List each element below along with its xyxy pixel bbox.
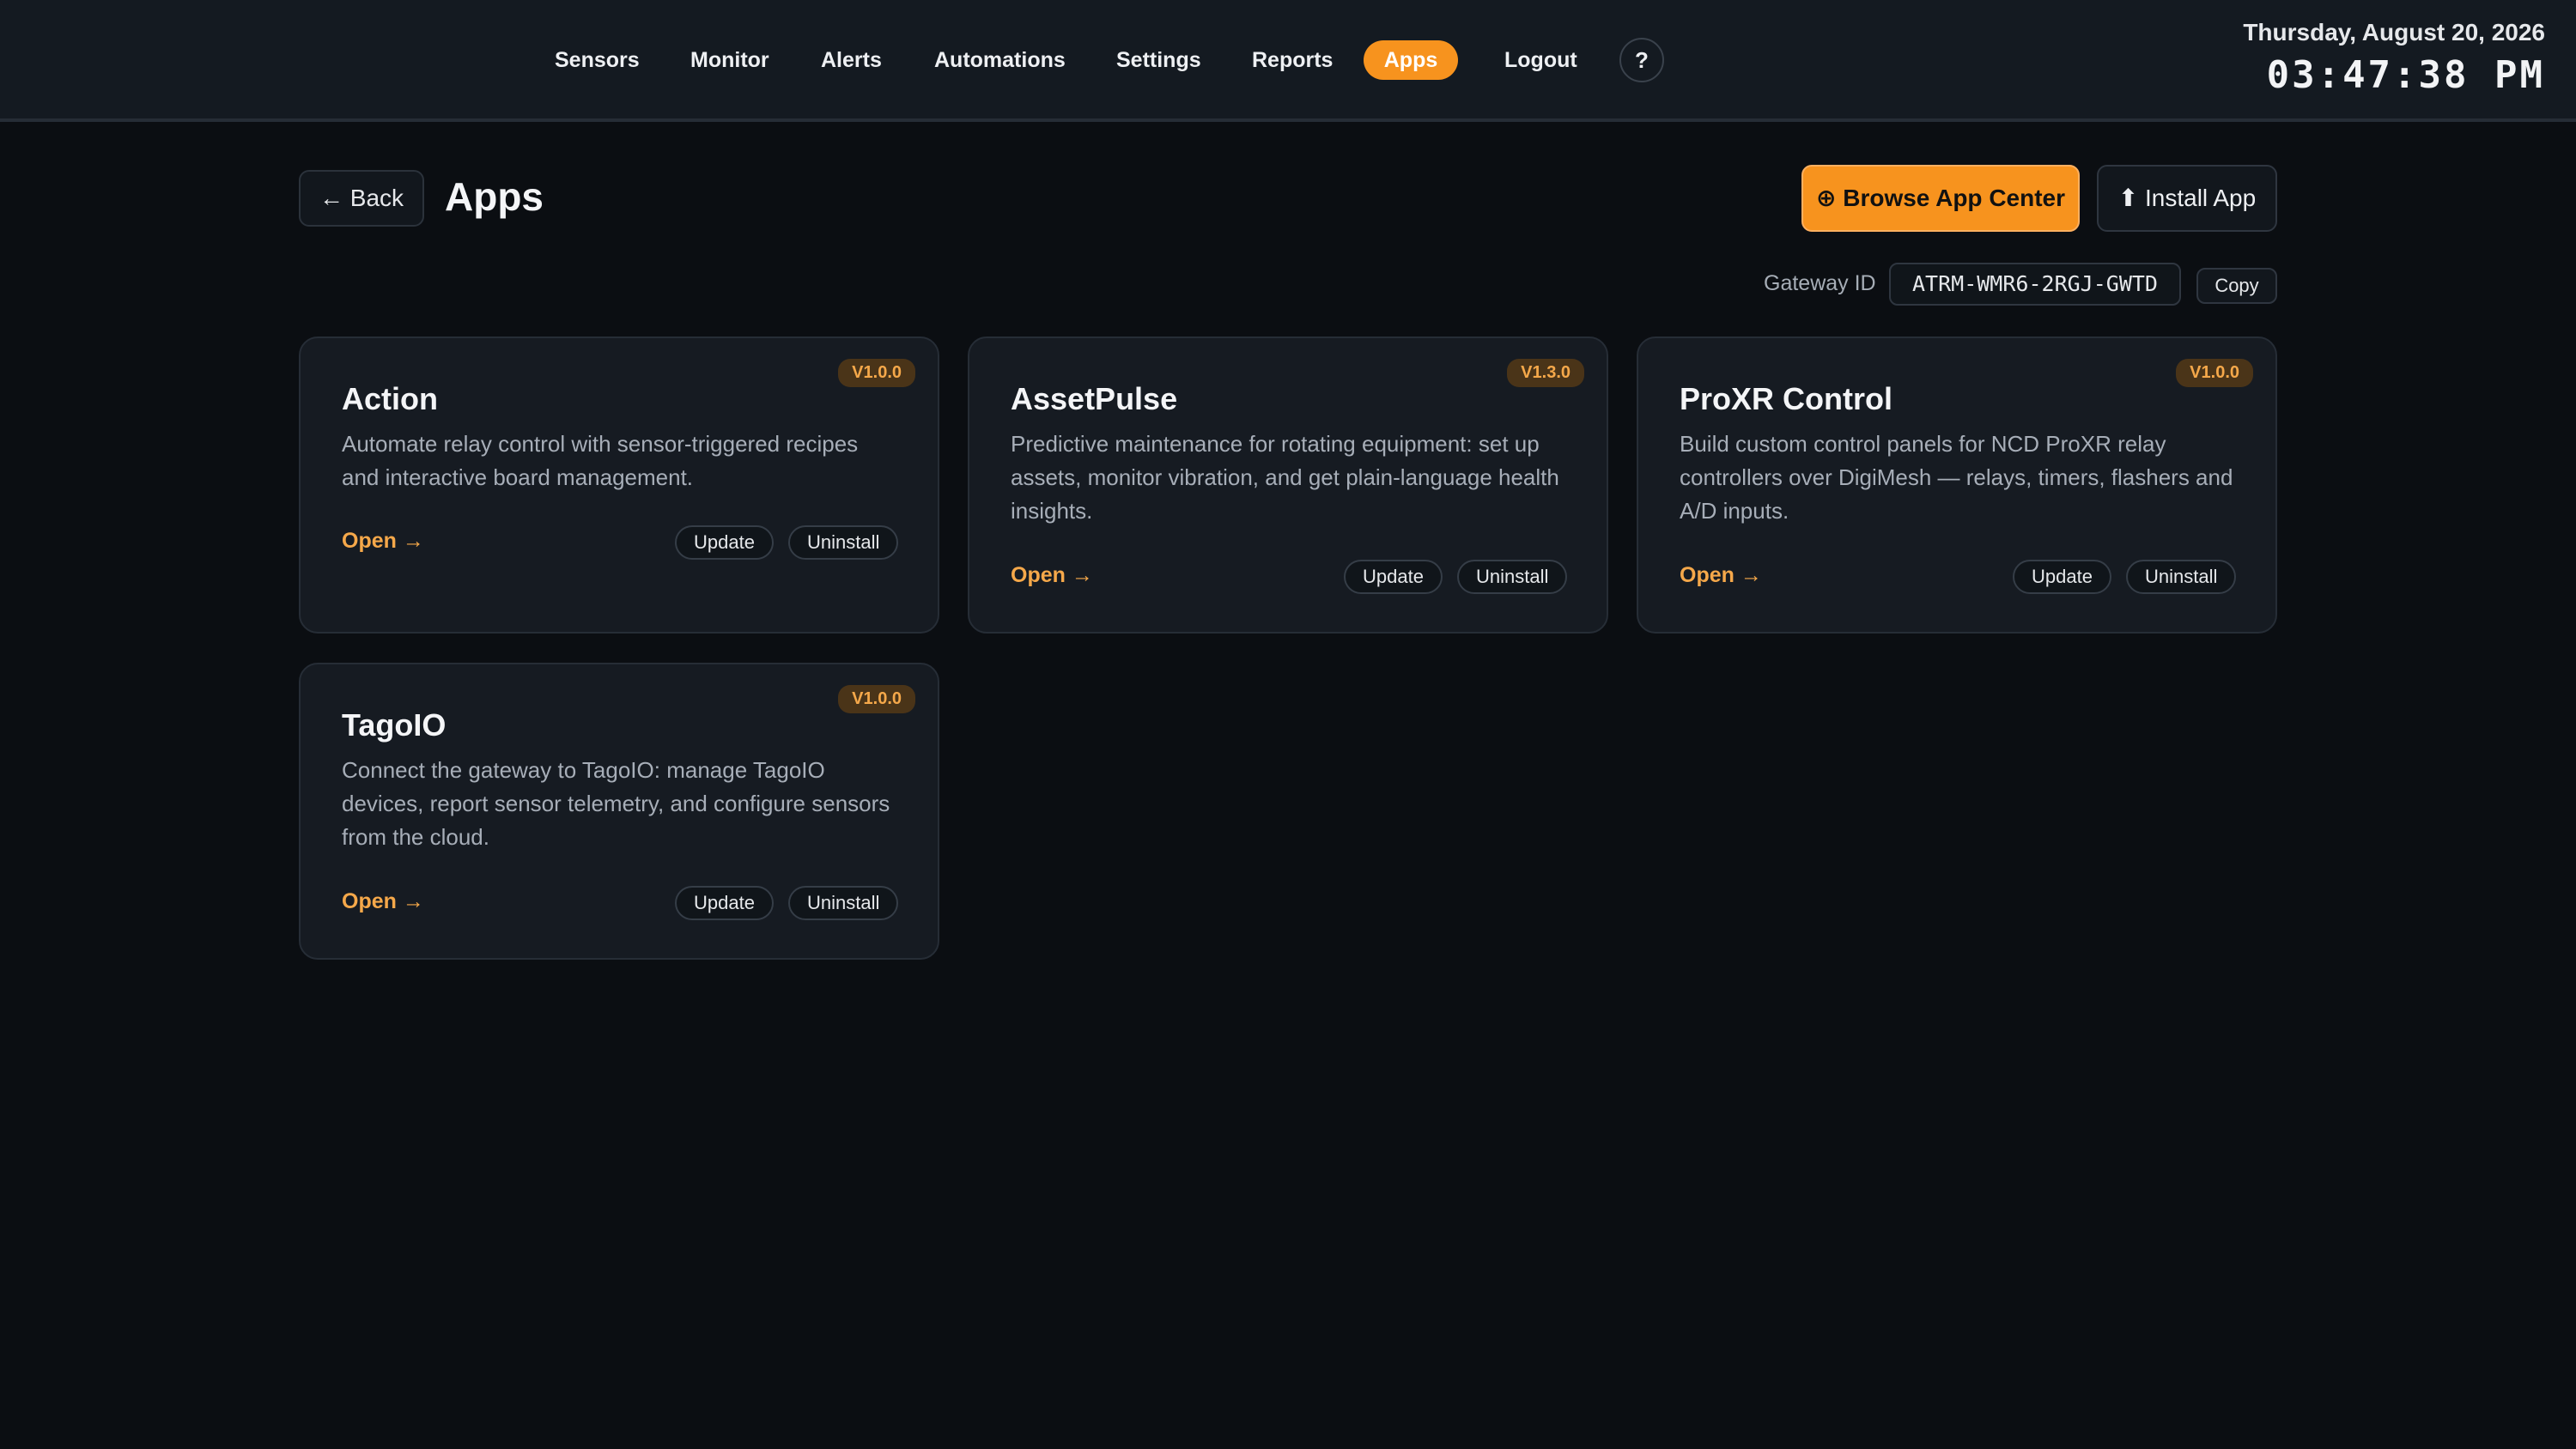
app-title: ProXR Control [1680, 381, 1893, 416]
update-button[interactable]: Update [1344, 560, 1443, 594]
app-description: Predictive maintenance for rotating equi… [1011, 431, 1559, 524]
browse-app-center-button[interactable]: ⊕ Browse App Center [1801, 165, 2080, 232]
nav-item-sensors[interactable]: Sensors [555, 40, 640, 80]
app-description: Automate relay control with sensor-trigg… [342, 431, 859, 490]
uninstall-button[interactable]: Uninstall [1457, 560, 1568, 594]
app-title: AssetPulse [1011, 381, 1178, 416]
nav-item-reports[interactable]: Reports [1252, 40, 1333, 80]
open-app-link[interactable]: Open → [342, 529, 424, 554]
gateway-id-label: Gateway ID [1764, 271, 1876, 295]
update-button[interactable]: Update [675, 886, 774, 920]
version-badge: V1.0.0 [838, 359, 915, 387]
app-card-proxr-control: V1.0.0 ProXR Control Build custom contro… [1637, 336, 2277, 634]
update-button[interactable]: Update [2013, 560, 2111, 594]
uninstall-button[interactable]: Uninstall [2126, 560, 2237, 594]
app-description: Connect the gateway to TagoIO: manage Ta… [342, 757, 890, 850]
open-app-link[interactable]: Open → [1011, 563, 1093, 588]
app-title: Action [342, 381, 438, 416]
install-app-button[interactable]: ⬆ Install App [2097, 165, 2277, 232]
top-navbar: Sensors Monitor Alerts Automations Setti… [0, 0, 2576, 122]
app-card-tagoio: V1.0.0 TagoIO Connect the gateway to Tag… [299, 663, 939, 960]
app-card-assetpulse: V1.3.0 AssetPulse Predictive maintenance… [968, 336, 1608, 634]
nav-item-apps[interactable]: Apps [1364, 40, 1458, 80]
nav-item-automations[interactable]: Automations [934, 40, 1066, 80]
copy-gateway-id-button[interactable]: Copy [2196, 268, 2277, 304]
clock-date: Thursday, August 20, 2026 [2243, 19, 2545, 45]
nav-item-logout[interactable]: Logout [1504, 40, 1577, 80]
back-button[interactable]: ← Back [299, 170, 424, 227]
gateway-id-value: ATRM-WMR6-2RGJ-GWTD [1889, 263, 2181, 306]
nav-item-settings[interactable]: Settings [1116, 40, 1201, 80]
update-button[interactable]: Update [675, 525, 774, 560]
uninstall-button[interactable]: Uninstall [788, 525, 899, 560]
nav-item-monitor[interactable]: Monitor [690, 40, 769, 80]
clock-time: 03:47:38 PM [2266, 53, 2545, 97]
version-badge: V1.0.0 [2176, 359, 2253, 387]
app-card-action: V1.0.0 Action Automate relay control wit… [299, 336, 939, 634]
page-title: Apps [445, 174, 544, 219]
app-title: TagoIO [342, 707, 447, 743]
open-app-link[interactable]: Open → [1680, 563, 1762, 588]
app-description: Build custom control panels for NCD ProX… [1680, 431, 2233, 524]
uninstall-button[interactable]: Uninstall [788, 886, 899, 920]
version-badge: V1.3.0 [1507, 359, 1584, 387]
version-badge: V1.0.0 [838, 685, 915, 713]
help-button[interactable]: ? [1619, 38, 1664, 82]
nav-item-alerts[interactable]: Alerts [821, 40, 882, 80]
open-app-link[interactable]: Open → [342, 889, 424, 914]
